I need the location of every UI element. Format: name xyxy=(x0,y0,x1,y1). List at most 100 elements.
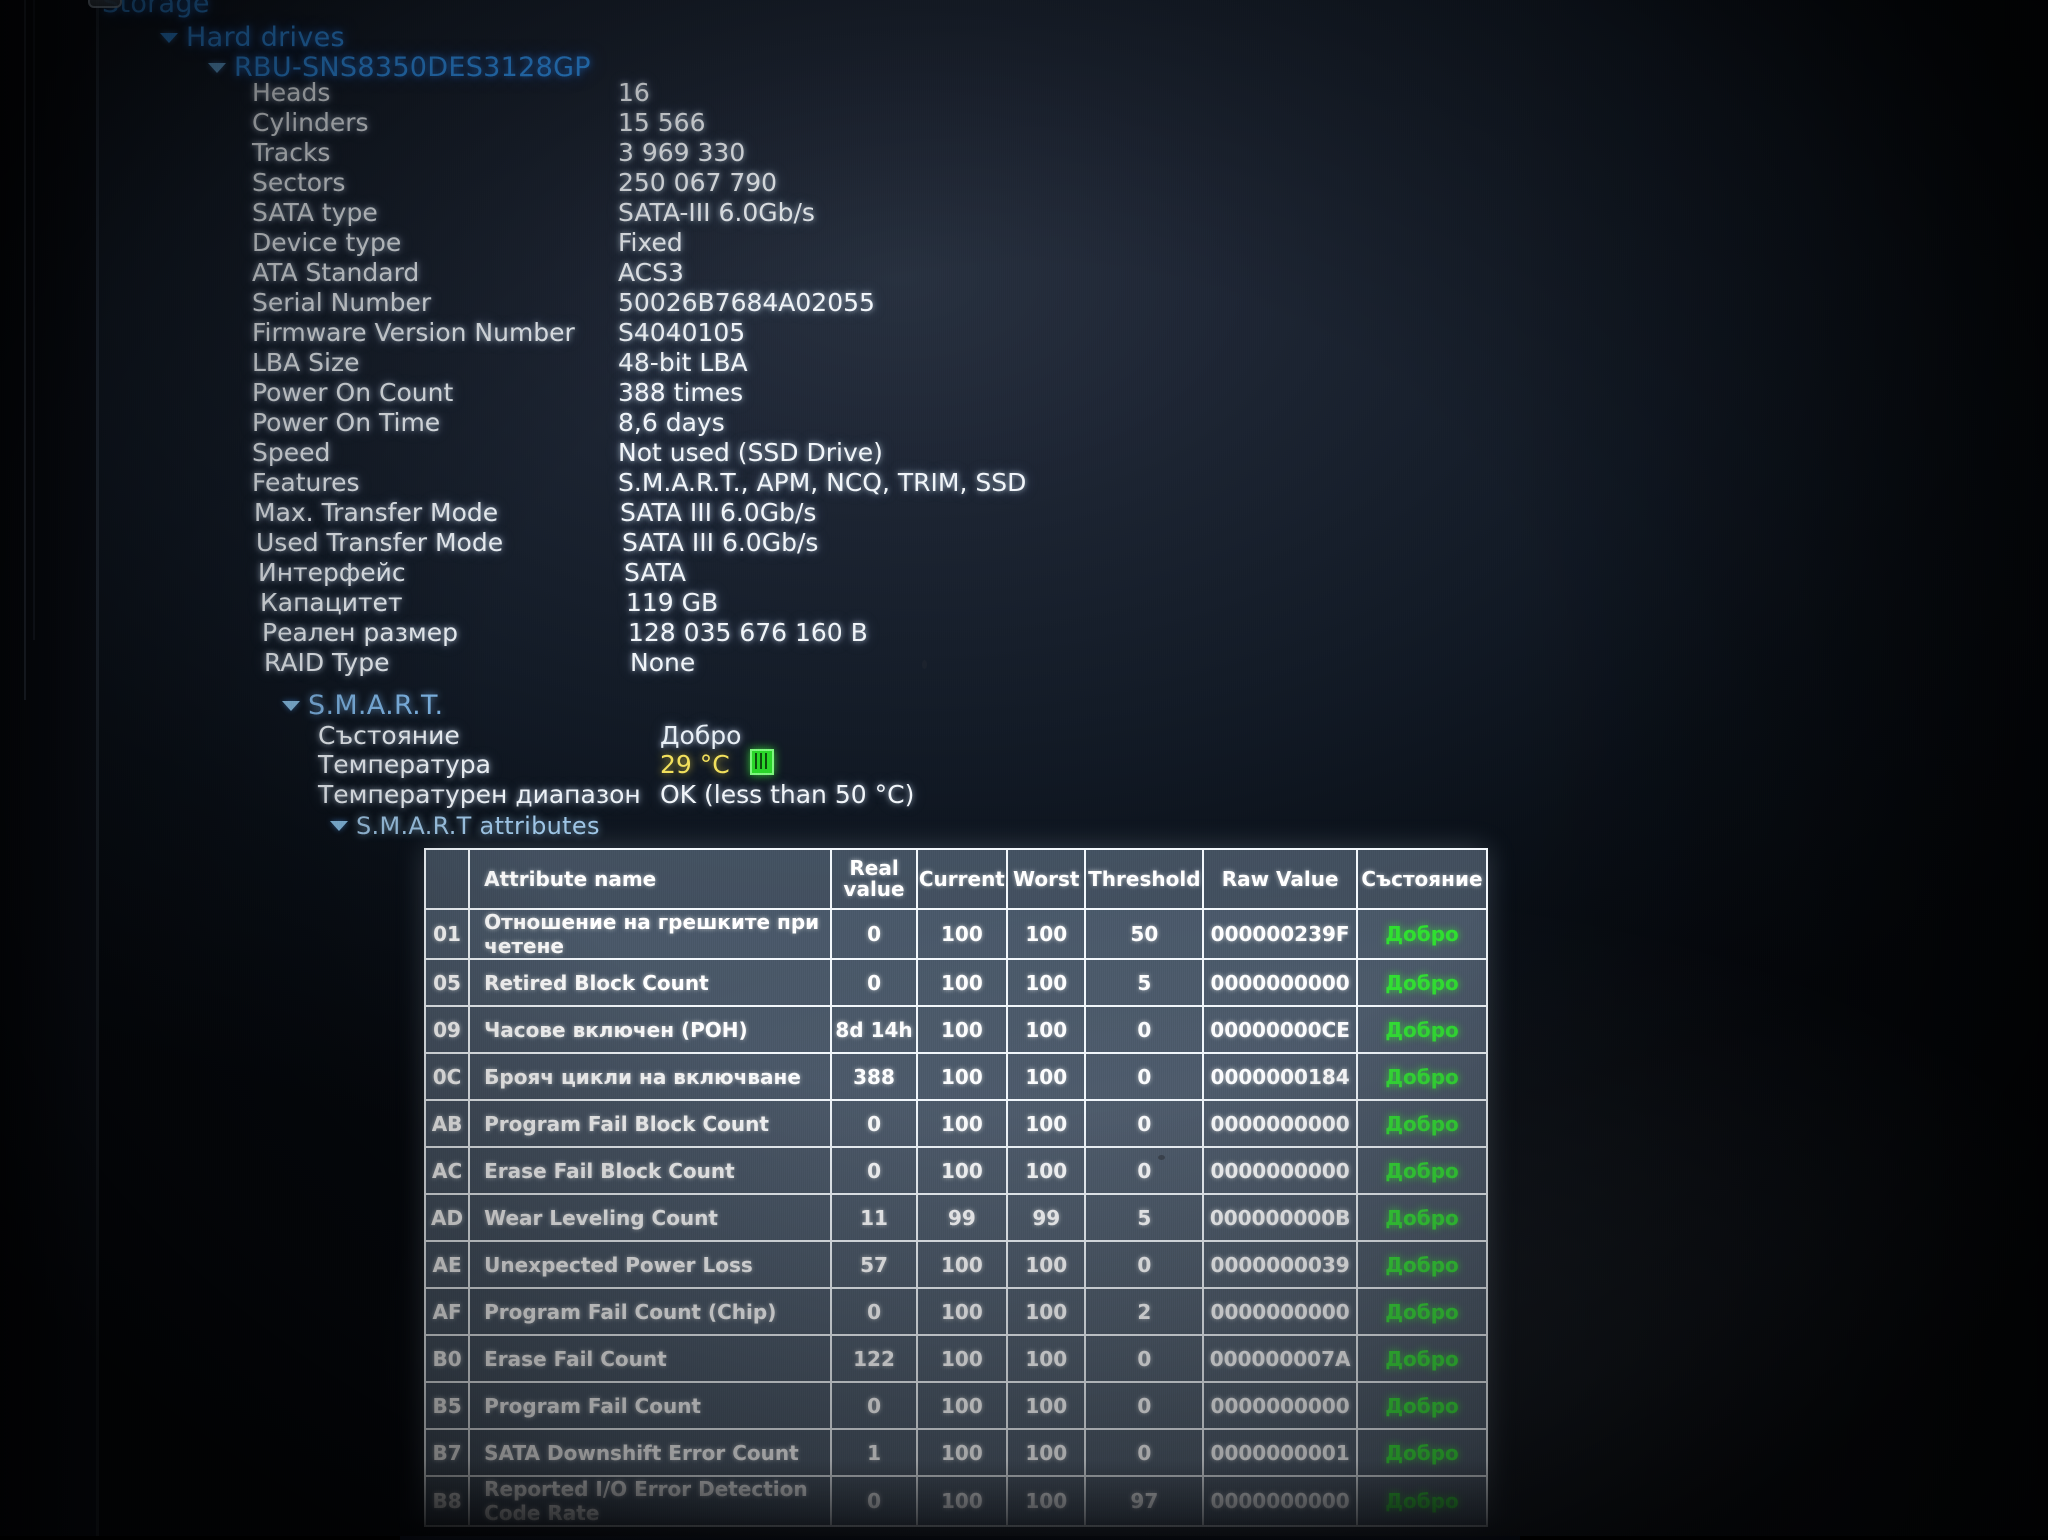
column-header-current[interactable]: Current xyxy=(915,848,1009,910)
tree-node-hard-drives[interactable]: Hard drives xyxy=(160,22,345,53)
table-row[interactable]: AF Program Fail Count (Chip) 0 100 100 2 00000… xyxy=(423,1287,1489,1336)
property-value: 16 xyxy=(618,78,650,107)
cell-current: 100 xyxy=(915,1099,1009,1148)
cell-current: 100 xyxy=(915,1146,1009,1195)
column-header-status[interactable]: Състояние xyxy=(1355,848,1489,910)
cell-worst: 100 xyxy=(1006,1052,1087,1101)
property-key: Cylinders xyxy=(252,108,369,137)
cell-id: AB xyxy=(423,1099,471,1148)
column-header-attribute-name[interactable]: Attribute name xyxy=(468,848,833,910)
smart-summary-key: Температурен диапазон xyxy=(318,780,641,809)
property-value: 388 times xyxy=(618,378,744,407)
cell-status: Добро xyxy=(1355,1287,1489,1336)
cell-id: 09 xyxy=(423,1005,471,1054)
cell-threshold: 0 xyxy=(1084,1099,1205,1148)
cell-current: 99 xyxy=(915,1193,1009,1242)
property-key: Speed xyxy=(252,438,331,467)
table-row[interactable]: B8 Reported I/O Error Detection Code Rate… xyxy=(423,1475,1489,1527)
cell-raw: 00000000CE xyxy=(1202,1005,1358,1054)
table-row[interactable]: AB Program Fail Block Count 0 100 100 0 000000… xyxy=(423,1099,1489,1148)
cell-name: Retired Block Count xyxy=(468,958,833,1007)
table-row[interactable]: AC Erase Fail Block Count 0 100 100 0 00000000… xyxy=(423,1146,1489,1195)
table-row[interactable]: B0 Erase Fail Count 122 100 100 0 000000007A До… xyxy=(423,1334,1489,1383)
column-header-raw-value[interactable]: Raw Value xyxy=(1202,848,1358,910)
table-row[interactable]: 05 Retired Block Count 0 100 100 5 0000000000 Д… xyxy=(423,958,1489,1007)
cell-threshold: 5 xyxy=(1084,958,1205,1007)
column-header-worst[interactable]: Worst xyxy=(1006,848,1087,910)
cell-current: 100 xyxy=(915,1240,1009,1289)
cell-status: Добро xyxy=(1355,1099,1489,1148)
cell-name: Program Fail Count (Chip) xyxy=(468,1287,833,1336)
column-header-id[interactable] xyxy=(423,848,471,910)
cell-current: 100 xyxy=(915,1428,1009,1477)
cell-real: 0 xyxy=(830,1475,918,1527)
table-row[interactable]: 01 Отношение на грешките при четене 0 100 10… xyxy=(423,908,1489,960)
tree-label-smart: S.M.A.R.T. xyxy=(308,690,444,721)
cell-threshold: 0 xyxy=(1084,1428,1205,1477)
property-value: 48-bit LBA xyxy=(618,348,748,377)
cell-threshold: 97 xyxy=(1084,1475,1205,1527)
cell-name: Брояч цикли на включване xyxy=(468,1052,833,1101)
tree-node-smart-attributes[interactable]: S.M.A.R.T attributes xyxy=(330,812,600,840)
cell-worst: 100 xyxy=(1006,1334,1087,1383)
property-value: 50026B7684A02055 xyxy=(618,288,875,317)
column-header-threshold[interactable]: Threshold xyxy=(1084,848,1205,910)
chevron-down-icon[interactable] xyxy=(330,821,348,831)
tree-node-storage[interactable]: Storage xyxy=(58,0,210,19)
cell-threshold: 5 xyxy=(1084,1193,1205,1242)
cell-id: B8 xyxy=(423,1475,471,1527)
cell-id: 0C xyxy=(423,1052,471,1101)
property-key: Капацитет xyxy=(260,588,403,617)
cell-status: Добро xyxy=(1355,1052,1489,1101)
cell-id: AE xyxy=(423,1240,471,1289)
cell-raw: 0000000000 xyxy=(1202,1099,1358,1148)
table-row[interactable]: B5 Program Fail Count 0 100 100 0 0000000000 До… xyxy=(423,1381,1489,1430)
bezel-edge-line-2 xyxy=(33,0,35,640)
cell-threshold: 0 xyxy=(1084,1240,1205,1289)
tree-label-hard-drives: Hard drives xyxy=(186,22,345,53)
cell-real: 0 xyxy=(830,1146,918,1195)
cell-threshold: 0 xyxy=(1084,1052,1205,1101)
property-key: LBA Size xyxy=(252,348,360,377)
property-value: S.M.A.R.T., APM, NCQ, TRIM, SSD xyxy=(618,468,1027,497)
cell-real: 8d 14h xyxy=(830,1005,918,1054)
cell-status: Добро xyxy=(1355,1005,1489,1054)
property-value: 3 969 330 xyxy=(618,138,746,167)
property-value: None xyxy=(630,648,696,677)
cell-current: 100 xyxy=(915,1052,1009,1101)
cell-status: Добро xyxy=(1355,1146,1489,1195)
table-row[interactable]: AE Unexpected Power Loss 57 100 100 0 00000000… xyxy=(423,1240,1489,1289)
dust-speck xyxy=(922,660,927,669)
cell-raw: 0000000184 xyxy=(1202,1052,1358,1101)
cell-threshold: 0 xyxy=(1084,1146,1205,1195)
cell-raw: 0000000000 xyxy=(1202,958,1358,1007)
cell-real: 1 xyxy=(830,1428,918,1477)
cell-real: 0 xyxy=(830,1099,918,1148)
table-row[interactable]: AD Wear Leveling Count 11 99 99 5 000000000B До… xyxy=(423,1193,1489,1242)
chevron-down-icon[interactable] xyxy=(282,700,300,711)
property-key: Max. Transfer Mode xyxy=(254,498,499,527)
property-key: Firmware Version Number xyxy=(252,318,575,347)
cell-current: 100 xyxy=(915,1334,1009,1383)
table-row[interactable]: 09 Часове включен (POH) 8d 14h 100 100 0 00000… xyxy=(423,1005,1489,1054)
table-row[interactable]: B7 SATA Downshift Error Count 1 100 100 0 0000… xyxy=(423,1428,1489,1477)
chevron-down-icon[interactable] xyxy=(208,62,226,73)
table-header-row: Attribute name Real value Current Worst … xyxy=(423,848,1489,910)
column-header-real-value[interactable]: Real value xyxy=(830,848,918,910)
cell-real: 0 xyxy=(830,1381,918,1430)
cell-status: Добро xyxy=(1355,1381,1489,1430)
cell-name: Program Fail Block Count xyxy=(468,1099,833,1148)
cell-threshold: 0 xyxy=(1084,1381,1205,1430)
cell-name: Wear Leveling Count xyxy=(468,1193,833,1242)
tree-node-smart[interactable]: S.M.A.R.T. xyxy=(282,690,443,721)
cell-threshold: 50 xyxy=(1084,908,1205,960)
property-key: ATA Standard xyxy=(252,258,420,287)
table-row[interactable]: 0C Брояч цикли на включване 388 100 100 0 0000… xyxy=(423,1052,1489,1101)
cell-raw: 000000000B xyxy=(1202,1193,1358,1242)
cell-worst: 100 xyxy=(1006,1099,1087,1148)
cell-worst: 100 xyxy=(1006,1240,1087,1289)
cell-current: 100 xyxy=(915,958,1009,1007)
cell-name: Program Fail Count xyxy=(468,1381,833,1430)
property-value: 119 GB xyxy=(626,588,719,617)
chevron-down-icon[interactable] xyxy=(160,32,178,43)
